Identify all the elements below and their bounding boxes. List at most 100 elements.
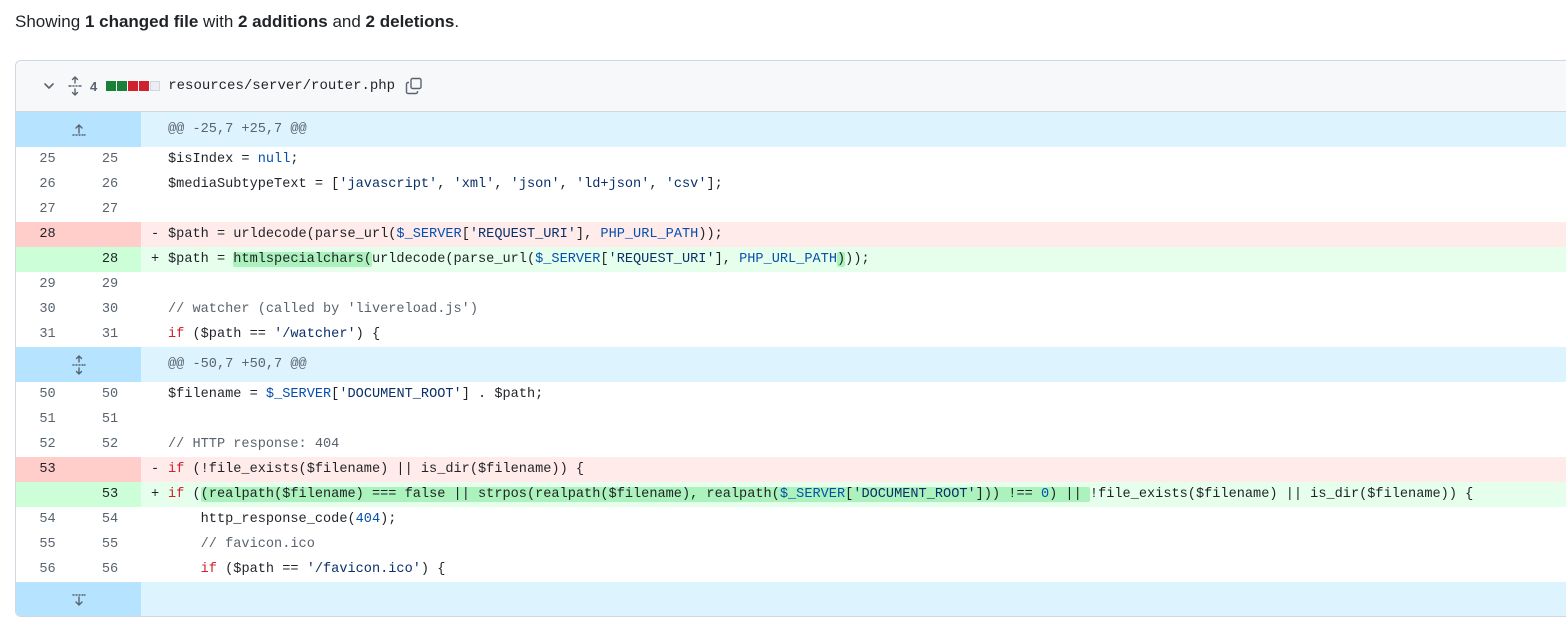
diffstat-block: [106, 81, 117, 91]
diff-line: 50 50 $filename = $_SERVER['DOCUMENT_ROOT…: [16, 382, 1566, 407]
diff-line: 27 27: [16, 197, 1566, 222]
diff-line: 29 29: [16, 272, 1566, 297]
old-line-number[interactable]: 53: [16, 457, 79, 482]
old-line-number[interactable]: 56: [16, 557, 79, 582]
new-line-number[interactable]: 27: [79, 197, 141, 222]
expand-up-icon[interactable]: [16, 112, 141, 147]
code-token: ($path ==: [184, 327, 275, 342]
old-line-number[interactable]: 54: [16, 507, 79, 532]
diff-line: 31 31 if ($path == '/watcher') {: [16, 322, 1566, 347]
old-line-number[interactable]: 50: [16, 382, 79, 407]
old-line-number[interactable]: 30: [16, 297, 79, 322]
diff-line: 51 51: [16, 407, 1566, 432]
expand-down-icon[interactable]: [16, 582, 141, 616]
new-line-number[interactable]: [79, 457, 141, 482]
new-line-number[interactable]: 26: [79, 172, 141, 197]
new-line-number[interactable]: 54: [79, 507, 141, 532]
diff-line: 25 25 $isIndex = null;: [16, 147, 1566, 172]
old-line-number[interactable]: 55: [16, 532, 79, 557]
new-line-number[interactable]: 56: [79, 557, 141, 582]
code-token: urldecode(parse_url(: [371, 252, 536, 267]
code-token: 'DOCUMENT_ROOT': [853, 487, 976, 502]
summary-prefix: Showing: [15, 12, 85, 31]
code-token: if: [168, 462, 185, 477]
diff-marker: +: [151, 487, 160, 502]
expand-both-icon[interactable]: [16, 347, 141, 382]
diff-line: 26 26 $mediaSubtypeText = ['javascript', …: [16, 172, 1566, 197]
expand-all-icon[interactable]: [68, 76, 82, 96]
code-token: [: [461, 227, 470, 242]
code-token: '/favicon.ico': [306, 562, 421, 577]
new-line-number[interactable]: 50: [79, 382, 141, 407]
code-token: '/watcher': [274, 327, 356, 342]
code-token: $_SERVER: [535, 252, 601, 267]
old-line-number[interactable]: 52: [16, 432, 79, 457]
code-token: null: [257, 152, 291, 167]
code-token: 'REQUEST_URI': [608, 252, 715, 267]
code-token: ];: [706, 177, 723, 192]
diffstat-blocks: [106, 81, 161, 91]
old-line-number[interactable]: 31: [16, 322, 79, 347]
code-token: ,: [437, 177, 454, 192]
code-token: 'DOCUMENT_ROOT': [339, 387, 462, 402]
new-line-number[interactable]: 55: [79, 532, 141, 557]
new-line-number[interactable]: 51: [79, 407, 141, 432]
code-comment: // favicon.ico: [200, 537, 315, 552]
file-name[interactable]: resources/server/router.php: [168, 78, 395, 94]
code-token: $_SERVER: [265, 387, 332, 402]
copy-icon[interactable]: [404, 76, 424, 96]
code-line: if ($path == '/watcher') {: [141, 322, 1566, 347]
code-token: ) {: [355, 327, 381, 342]
code-token: ] . $path;: [461, 387, 544, 402]
code-token: 404: [355, 512, 381, 527]
code-token: 0: [1040, 487, 1050, 502]
diffstat-block: [117, 81, 128, 91]
old-line-number[interactable]: 25: [16, 147, 79, 172]
code-token: $path =: [168, 252, 234, 267]
new-line-number[interactable]: 29: [79, 272, 141, 297]
code-token: (!file_exists($filename) || is_dir($file…: [184, 462, 585, 477]
new-line-number[interactable]: [79, 222, 141, 247]
code-token: ,: [649, 177, 666, 192]
summary-suffix: .: [454, 12, 460, 31]
hunk-header-text: @@ -50,7 +50,7 @@: [168, 357, 307, 372]
code-token: );: [380, 512, 397, 527]
code-token: PHP_URL_PATH: [600, 227, 699, 242]
old-line-number[interactable]: 29: [16, 272, 79, 297]
old-line-number[interactable]: [16, 247, 79, 272]
diff-line: 55 55 // favicon.ico: [16, 532, 1566, 557]
chevron-down-icon[interactable]: [42, 79, 56, 93]
code-line: // favicon.ico: [141, 532, 1566, 557]
new-line-number[interactable]: 28: [79, 247, 141, 272]
diff-body: @@ -25,7 +25,7 @@ 25 25 $isIndex = null; …: [16, 112, 1566, 616]
old-line-number[interactable]: 28: [16, 222, 79, 247]
code-token: 'json': [510, 177, 560, 192]
diffstat-block: [150, 81, 161, 91]
old-line-number[interactable]: [16, 482, 79, 507]
summary-mid1: with: [198, 12, 238, 31]
summary-changed-files: 1 changed file: [84, 12, 199, 31]
new-line-number[interactable]: 53: [79, 482, 141, 507]
new-line-number[interactable]: 52: [79, 432, 141, 457]
code-token: $isIndex =: [168, 152, 258, 167]
code-token: ) ||: [1049, 487, 1090, 502]
code-token: ,: [559, 177, 576, 192]
summary-additions: 2 additions: [238, 12, 328, 31]
added-line: 53 + if ((realpath($filename) === false |…: [16, 482, 1566, 507]
code-line: http_response_code(404);: [141, 507, 1566, 532]
code-comment: // watcher (called by 'livereload.js'): [168, 302, 478, 317]
old-line-number[interactable]: 51: [16, 407, 79, 432]
new-line-number[interactable]: 25: [79, 147, 141, 172]
code-token: ): [837, 252, 846, 267]
change-count: 4: [90, 78, 98, 94]
code-token: ])) !==: [975, 487, 1041, 502]
code-line: // HTTP response: 404: [141, 432, 1566, 457]
new-line-number[interactable]: 31: [79, 322, 141, 347]
old-line-number[interactable]: 26: [16, 172, 79, 197]
old-line-number[interactable]: 27: [16, 197, 79, 222]
summary-deletions: 2 deletions: [365, 12, 455, 31]
new-line-number[interactable]: 30: [79, 297, 141, 322]
code-token: $filename =: [168, 387, 266, 402]
